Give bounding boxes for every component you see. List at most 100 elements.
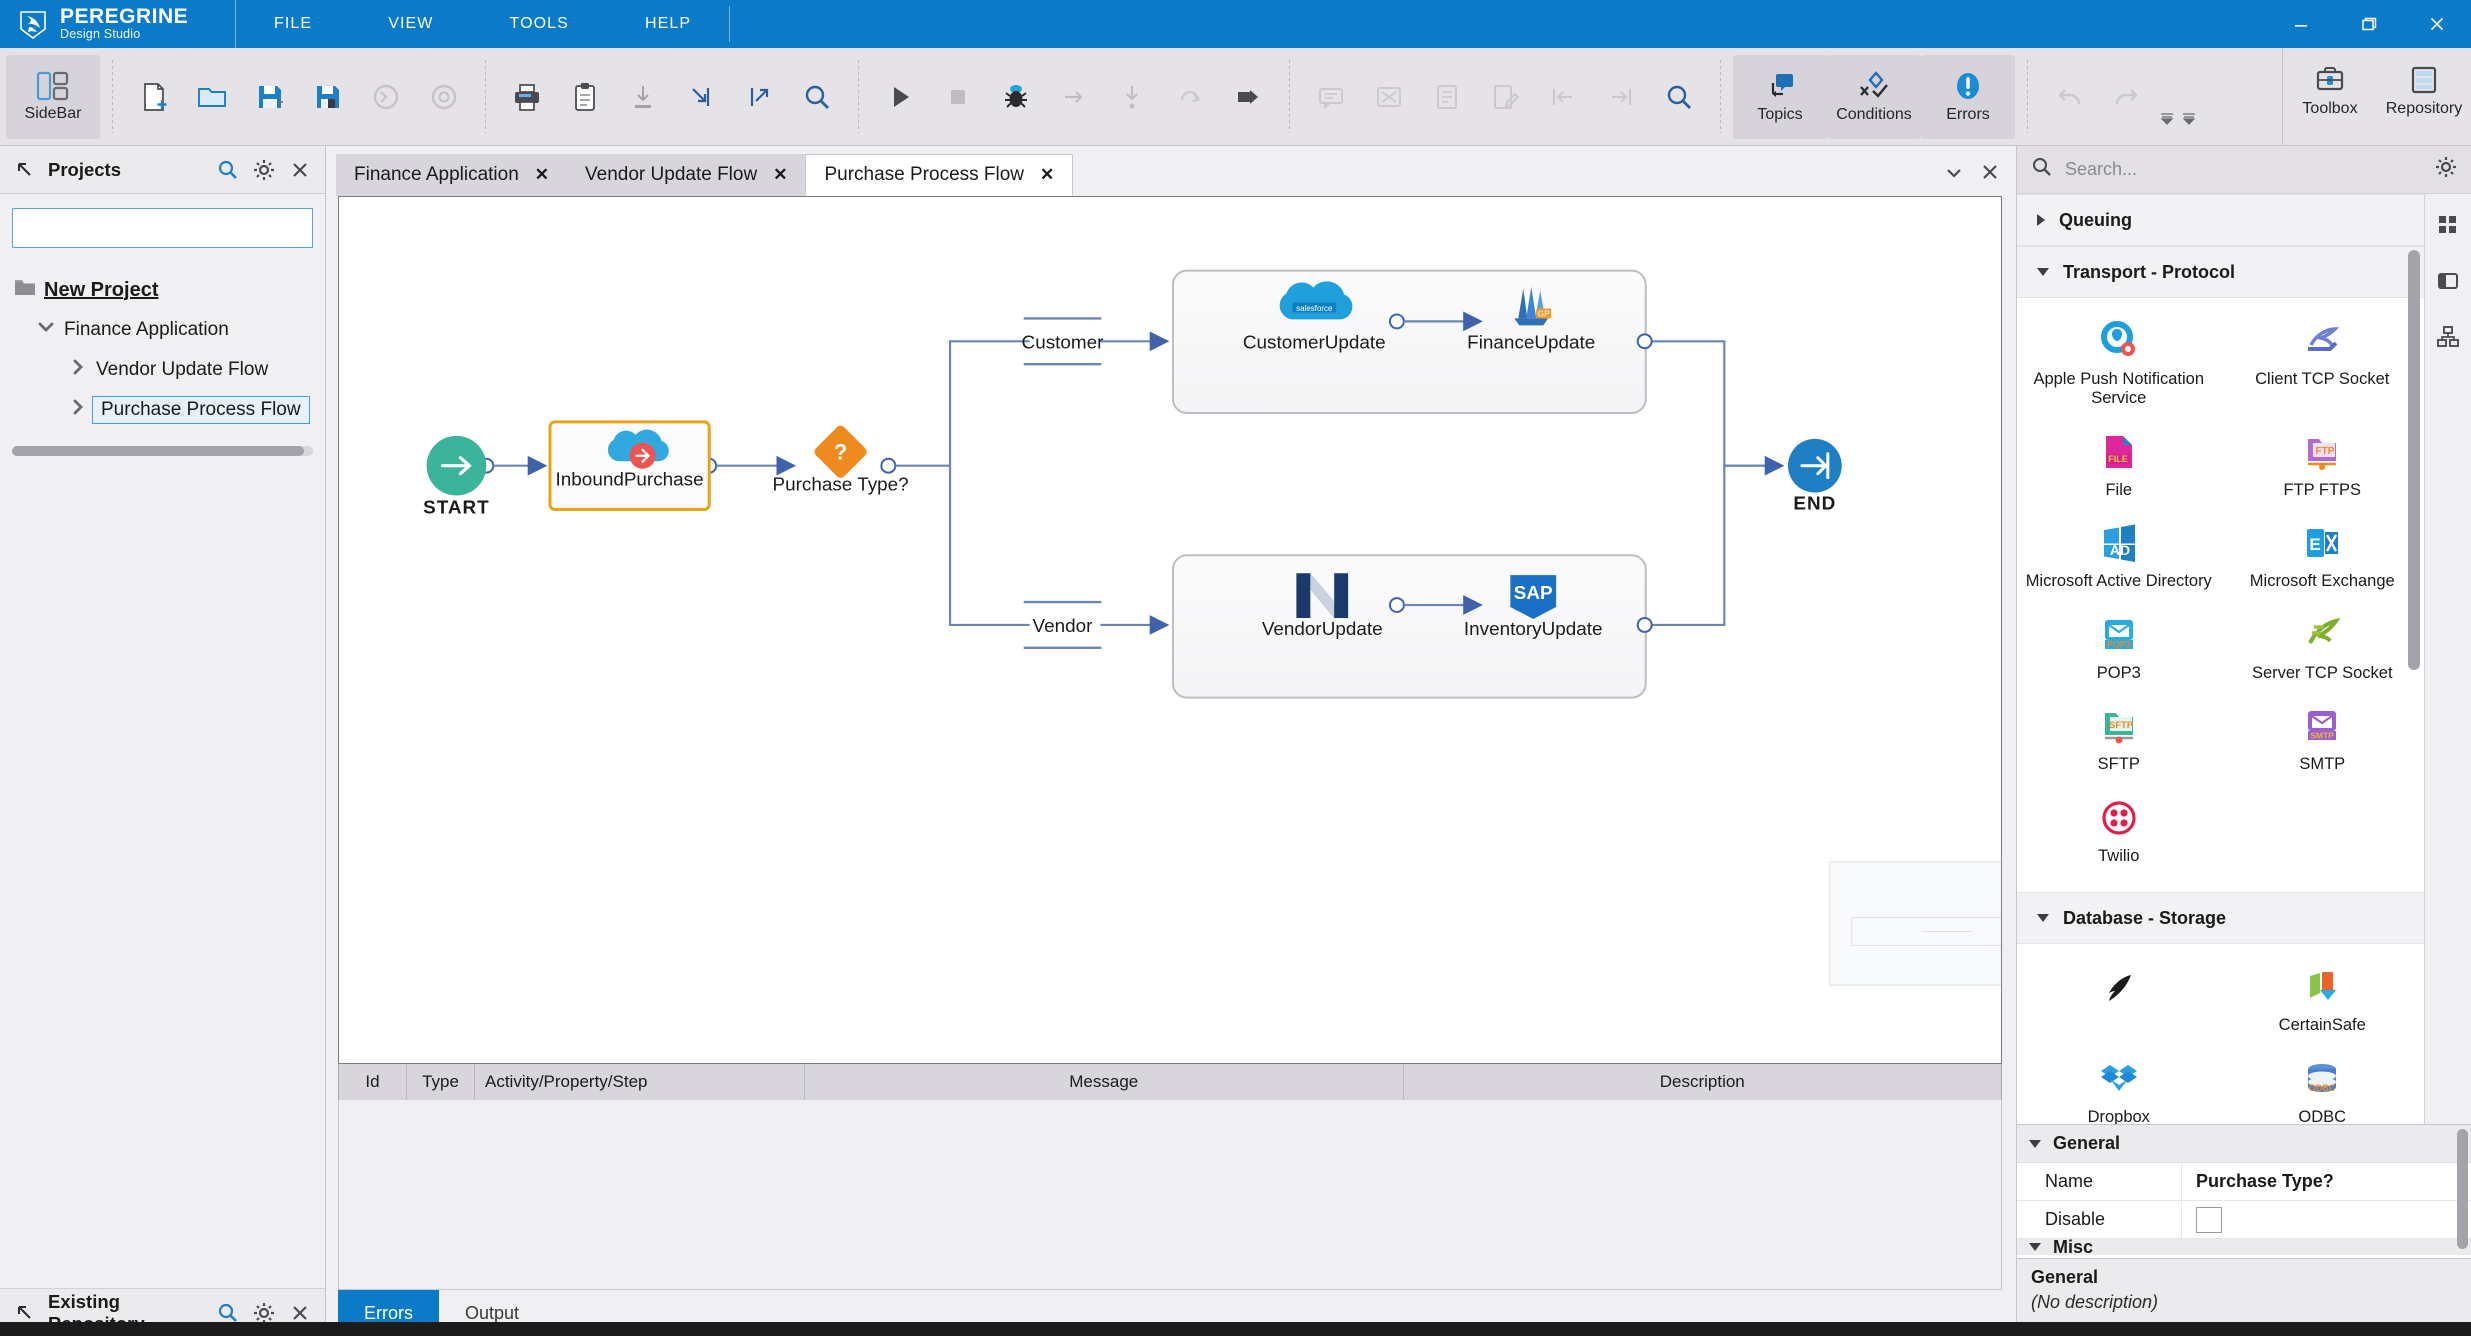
outdent-button[interactable] <box>1534 61 1592 133</box>
menu-view[interactable]: VIEW <box>350 0 471 48</box>
chevron-right-icon[interactable] <box>68 357 88 383</box>
toolbox-item-exchange[interactable]: E Microsoft Exchange <box>2221 510 2425 601</box>
document-button[interactable] <box>1418 61 1476 133</box>
tab-list-chevron-down-icon[interactable] <box>1944 164 1964 186</box>
toolbox-item-file[interactable]: FILE File <box>2017 419 2221 510</box>
redo-circle-button[interactable] <box>415 61 473 133</box>
tab-finance-application[interactable]: Finance Application ✕ <box>336 154 568 196</box>
toolbar-search-button[interactable] <box>788 61 846 133</box>
zoom-search-button[interactable] <box>1650 61 1708 133</box>
toolbox-item-apple-push[interactable]: Apple Push Notification Service <box>2017 308 2221 419</box>
restore-button[interactable] <box>2335 0 2403 48</box>
tree-horizontal-scrollbar[interactable] <box>12 446 313 456</box>
comment-button[interactable] <box>1302 61 1360 133</box>
save-as-button[interactable] <box>241 61 299 133</box>
chevron-down-icon[interactable] <box>36 317 56 343</box>
play-button[interactable] <box>871 61 929 133</box>
toolbox-list[interactable]: Queuing Transport - Protocol Apple Push … <box>2017 194 2425 1124</box>
errors-col-description[interactable]: Description <box>1404 1064 2002 1100</box>
pin-icon[interactable] <box>12 157 38 183</box>
open-folder-button[interactable] <box>183 61 241 133</box>
tree-item-purchase-process-flow[interactable]: Purchase Process Flow <box>12 390 313 430</box>
tree-item-new-project[interactable]: New Project <box>12 270 313 310</box>
tab-close-icon-purchase[interactable]: ✕ <box>1040 165 1054 185</box>
edit-doc-button[interactable] <box>1476 61 1534 133</box>
stop-button[interactable] <box>929 61 987 133</box>
toolbox-item-cassandra[interactable] <box>2017 954 2221 1045</box>
tab-purchase-process-flow[interactable]: Purchase Process Flow ✕ <box>805 154 1074 196</box>
undo-button[interactable] <box>2040 61 2098 133</box>
toolbox-item-odbc[interactable]: ODBC ODBC <box>2221 1046 2425 1124</box>
collapse-button[interactable] <box>672 61 730 133</box>
step-over-button[interactable] <box>1045 61 1103 133</box>
undo-circle-button[interactable] <box>357 61 415 133</box>
properties-section-general[interactable]: General <box>2017 1125 2471 1163</box>
step-into-button[interactable] <box>1103 61 1161 133</box>
toolbox-item-pop3[interactable]: POP3 POP3 <box>2017 602 2221 693</box>
step-out-button[interactable] <box>1161 61 1219 133</box>
conditions-button[interactable]: Conditions <box>1827 54 1921 139</box>
toolbox-item-dropbox[interactable]: Dropbox <box>2017 1046 2221 1124</box>
gear-icon[interactable] <box>251 157 277 183</box>
redo-button[interactable] <box>2098 61 2156 133</box>
tab-close-icon-vendor[interactable]: ✕ <box>773 165 787 185</box>
toolbox-item-smtp[interactable]: SMTP SMTP <box>2221 693 2425 784</box>
toolbox-scrollbar[interactable] <box>2408 250 2420 670</box>
toolbox-group-transport[interactable]: Transport - Protocol <box>2017 246 2424 298</box>
toolbox-item-client-tcp-socket[interactable]: Client TCP Socket <box>2221 308 2425 419</box>
toolbox-group-queuing[interactable]: Queuing <box>2017 194 2424 246</box>
grid-icon[interactable] <box>2433 210 2463 240</box>
flow-canvas[interactable]: Customer Vendor salesforce CustomerUpdat… <box>338 196 2002 1064</box>
tree-item-finance-application[interactable]: Finance Application <box>12 310 313 350</box>
toolbox-item-certainsafe[interactable]: CertainSafe <box>2221 954 2425 1045</box>
minimize-button[interactable] <box>2267 0 2335 48</box>
menu-tools[interactable]: TOOLS <box>472 0 607 48</box>
chevron-right-icon-2[interactable] <box>68 397 88 423</box>
menu-file[interactable]: FILE <box>236 0 350 48</box>
disable-checkbox[interactable] <box>2196 1206 2222 1233</box>
gear-icon-toolbox[interactable] <box>2435 156 2457 184</box>
close-button[interactable] <box>2403 0 2471 48</box>
toolbox-button[interactable]: Toolbox <box>2283 48 2377 132</box>
properties-scrollbar[interactable] <box>2457 1129 2468 1249</box>
panel-icon[interactable] <box>2433 266 2463 296</box>
errors-col-activity[interactable]: Activity/Property/Step <box>475 1064 805 1100</box>
errors-button[interactable]: Errors <box>1921 54 2015 139</box>
sidebar-toggle-button[interactable]: SideBar <box>6 54 100 139</box>
property-row-name[interactable]: Name Purchase Type? <box>2017 1163 2471 1201</box>
hierarchy-icon[interactable] <box>2433 322 2463 352</box>
print-button[interactable] <box>498 61 556 133</box>
errors-col-id[interactable]: Id <box>339 1064 407 1100</box>
property-row-disable[interactable]: Disable <box>2017 1201 2471 1239</box>
tab-close-all-icon[interactable] <box>1980 162 2000 188</box>
expand-button[interactable] <box>730 61 788 133</box>
topics-button[interactable]: Topics <box>1733 54 1827 139</box>
save-button[interactable] <box>299 61 357 133</box>
close-icon[interactable] <box>287 157 313 183</box>
repository-button[interactable]: Repository <box>2377 48 2471 132</box>
errors-col-type[interactable]: Type <box>407 1064 475 1100</box>
toolbox-item-sftp[interactable]: SFTP SFTP <box>2017 693 2221 784</box>
toolbox-search-input[interactable]: Search... <box>2065 159 2423 180</box>
errors-col-message[interactable]: Message <box>805 1064 1404 1100</box>
note-button[interactable] <box>1360 61 1418 133</box>
indent-button[interactable] <box>1592 61 1650 133</box>
projects-search-input[interactable] <box>12 208 313 248</box>
tab-close-icon-finance[interactable]: ✕ <box>535 165 549 185</box>
toolbox-item-active-directory[interactable]: AD Microsoft Active Directory <box>2017 510 2221 601</box>
undo-dropdown[interactable] <box>2156 61 2178 133</box>
run-to-cursor-button[interactable] <box>1219 61 1277 133</box>
flow-diagram[interactable]: Customer Vendor salesforce CustomerUpdat… <box>339 197 2001 1064</box>
tree-item-vendor-update-flow[interactable]: Vendor Update Flow <box>12 350 313 390</box>
new-file-button[interactable] <box>125 61 183 133</box>
tab-vendor-update-flow[interactable]: Vendor Update Flow ✕ <box>567 154 806 196</box>
menu-help[interactable]: HELP <box>607 0 729 48</box>
toolbox-item-ftp-ftps[interactable]: FTP FTP FTPS <box>2221 419 2425 510</box>
toolbox-item-twilio[interactable]: Twilio <box>2017 785 2221 876</box>
search-icon[interactable] <box>215 157 241 183</box>
toolbox-scroll-area[interactable]: Queuing Transport - Protocol Apple Push … <box>2017 194 2424 1124</box>
toolbox-item-server-tcp-socket[interactable]: Server TCP Socket <box>2221 602 2425 693</box>
redo-dropdown[interactable] <box>2178 61 2200 133</box>
property-value-name[interactable]: Purchase Type? <box>2182 1171 2471 1192</box>
debug-bug-button[interactable] <box>987 61 1045 133</box>
